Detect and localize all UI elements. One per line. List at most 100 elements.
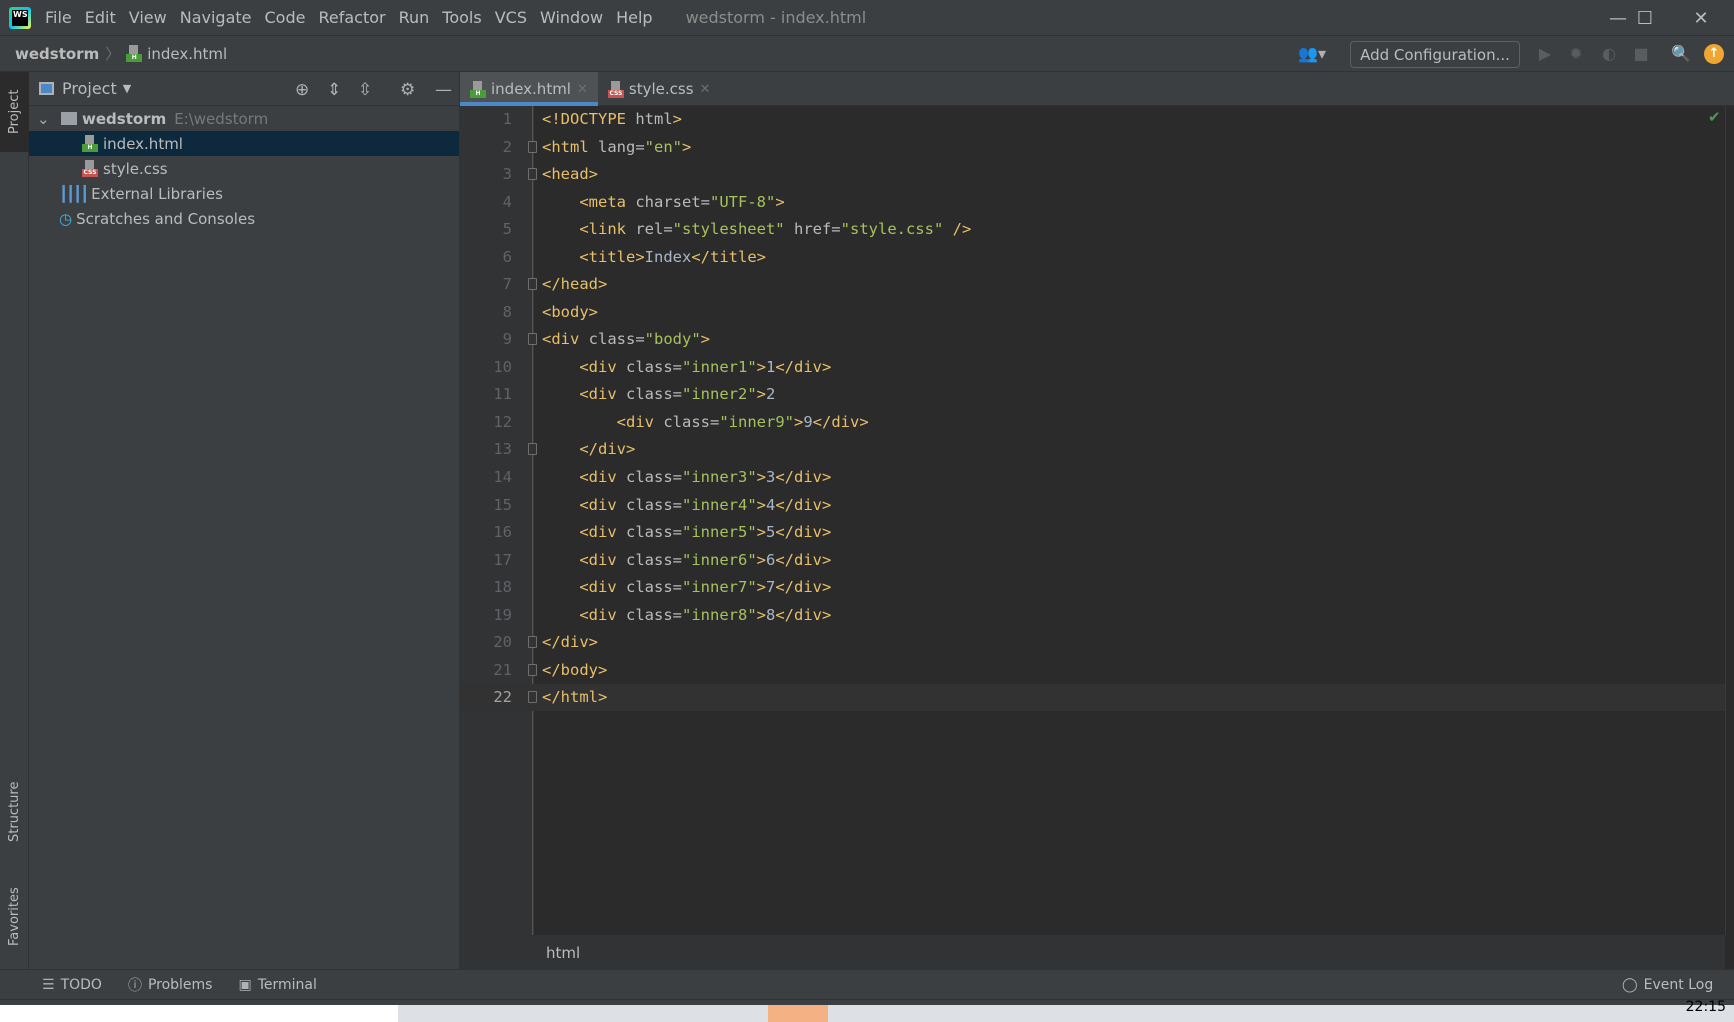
menu-file[interactable]: File [45,8,72,27]
taskbar-app-active[interactable] [768,1005,828,1022]
line-number: 19 [493,605,512,624]
menu-edit[interactable]: Edit [85,8,116,27]
tab-label: style.css [628,80,694,98]
debug-icon[interactable]: ✹ [1566,44,1586,64]
code-token-tag: </title> [691,247,766,266]
gear-icon[interactable]: ⚙ [400,80,415,100]
code-line[interactable]: 20 </div> [460,629,1725,656]
code-line[interactable]: 16 <div class="inner5">5</div> [460,519,1725,546]
close-tab-icon[interactable]: ✕ [700,82,711,97]
fold-marker-icon[interactable] [528,333,537,346]
breadcrumb-file[interactable]: index.html [147,45,227,63]
tree-item-style-css[interactable]: CSS style.css [29,156,459,181]
menu-view[interactable]: View [129,8,167,27]
hide-icon[interactable]: — [435,80,452,100]
run-icon[interactable]: ▶ [1535,44,1555,64]
code-line[interactable]: 12 <div class="inner9">9</div> [460,409,1725,436]
breadcrumb-project[interactable]: wedstorm [15,45,99,63]
structure-tool-tab[interactable]: Structure [0,762,29,862]
line-number: 22 [493,688,512,707]
event-log-tab[interactable]: ◯ Event Log [1622,977,1713,993]
taskbar-clock[interactable]: 22:15 [1686,999,1726,1015]
collapse-all-icon[interactable]: ⇳ [358,80,372,100]
library-icon: ┃┃┃┃ [59,184,89,203]
todo-tab[interactable]: ☰ TODO [42,977,102,993]
tree-item-root[interactable]: ⌄ wedstorm E:\wedstorm [29,106,459,131]
menu-vcs[interactable]: VCS [495,8,527,27]
code-token-tag: <!DOCTYPE [542,110,636,128]
code-line[interactable]: 7 </head> [460,271,1725,298]
favorites-tool-tab[interactable]: Favorites [0,872,29,962]
tree-item-index-html[interactable]: H index.html [29,131,459,156]
tab-style-css[interactable]: CSS style.css ✕ [598,72,721,106]
menu-code[interactable]: Code [265,8,306,27]
code-line[interactable]: 21 </body> [460,657,1725,684]
locate-icon[interactable]: ⊕ [295,80,309,100]
code-token-val: "inner2" [682,385,757,404]
chevron-down-icon[interactable]: ⌄ [37,110,53,128]
menu-navigate[interactable]: Navigate [180,8,252,27]
menu-window[interactable]: Window [540,8,603,27]
fold-marker-icon[interactable] [528,636,537,649]
code-line[interactable]: 9 <div class="body"> [460,326,1725,353]
code-line[interactable]: 22 </html> [460,684,1725,712]
search-icon[interactable]: 🔍 [1671,44,1691,64]
problems-tab[interactable]: ⓘ Problems [128,975,213,995]
code-line[interactable]: 15 <div class="inner4">4</div> [460,492,1725,519]
code-line[interactable]: 8 <body> [460,299,1725,326]
project-tool-tab[interactable]: Project [0,72,29,152]
expand-all-icon[interactable]: ⇕ [327,80,341,100]
code-line[interactable]: 10 <div class="inner1">1</div> [460,354,1725,381]
line-number: 9 [502,330,512,349]
code-line[interactable]: 11 <div class="inner2">2 [460,381,1725,408]
code-line[interactable]: 1 <!DOCTYPE html> [460,106,1725,133]
fold-marker-icon[interactable] [528,443,537,456]
code-line[interactable]: 6 <title>Index</title> [460,244,1725,271]
tree-item-scratches[interactable]: ◷ Scratches and Consoles [29,206,459,231]
code-line[interactable]: 2 <html lang="en"> [460,134,1725,161]
code-token-tag: <div [579,495,626,514]
code-token-attr: href= [793,220,841,239]
code-line[interactable]: 3 <head> [460,161,1725,188]
code-line[interactable]: 19 <div class="inner8">8</div> [460,602,1725,629]
code-token-attr: class= [626,578,682,597]
maximize-button[interactable]: ☐ [1617,0,1673,36]
fold-marker-icon[interactable] [528,140,537,153]
code-token-val: "inner5" [682,523,757,542]
stop-icon[interactable]: ■ [1631,44,1651,64]
coverage-icon[interactable]: ◐ [1599,44,1619,64]
add-configuration-button[interactable]: Add Configuration... [1350,41,1520,68]
code-token-tag: <head> [542,165,598,184]
user-icon[interactable]: 👥▾ [1295,44,1329,64]
fold-marker-icon[interactable] [528,691,537,704]
menu-run[interactable]: Run [399,8,430,27]
menu-tools[interactable]: Tools [442,8,481,27]
project-view-selector[interactable]: Project [62,79,117,98]
code-line[interactable]: 18 <div class="inner7">7</div> [460,574,1725,601]
code-line[interactable]: 14 <div class="inner3">3</div> [460,464,1725,491]
code-line[interactable]: 4 <meta charset="UTF-8"> [460,189,1725,216]
taskbar-search[interactable] [0,1005,398,1022]
close-tab-icon[interactable]: ✕ [577,82,588,97]
code-token-val: "inner3" [682,468,757,486]
chevron-down-icon[interactable]: ▼ [123,82,131,95]
tab-index-html[interactable]: H index.html ✕ [460,72,598,106]
fold-marker-icon[interactable] [528,278,537,291]
menu-help[interactable]: Help [616,8,652,27]
code-line[interactable]: 17 <div class="inner6">6</div> [460,547,1725,574]
breadcrumb-html[interactable]: html [546,944,580,962]
tree-item-external-libraries[interactable]: ┃┃┃┃ External Libraries [29,181,459,206]
close-button[interactable]: ✕ [1673,0,1729,36]
code-text: <div class="inner6">6</div> [542,547,831,574]
menu-refactor[interactable]: Refactor [318,8,385,27]
code-line[interactable]: 5 <link rel="stylesheet" href="style.css… [460,216,1725,243]
editor-scrollbar[interactable]: ✔ [1708,106,1734,935]
terminal-tab[interactable]: ▣ Terminal [238,977,316,993]
fold-marker-icon[interactable] [528,168,537,181]
code-token-tag: > [756,523,766,542]
fold-marker-icon[interactable] [528,663,537,676]
update-icon[interactable]: ↑ [1704,44,1724,64]
code-line[interactable]: 13 </div> [460,436,1725,463]
